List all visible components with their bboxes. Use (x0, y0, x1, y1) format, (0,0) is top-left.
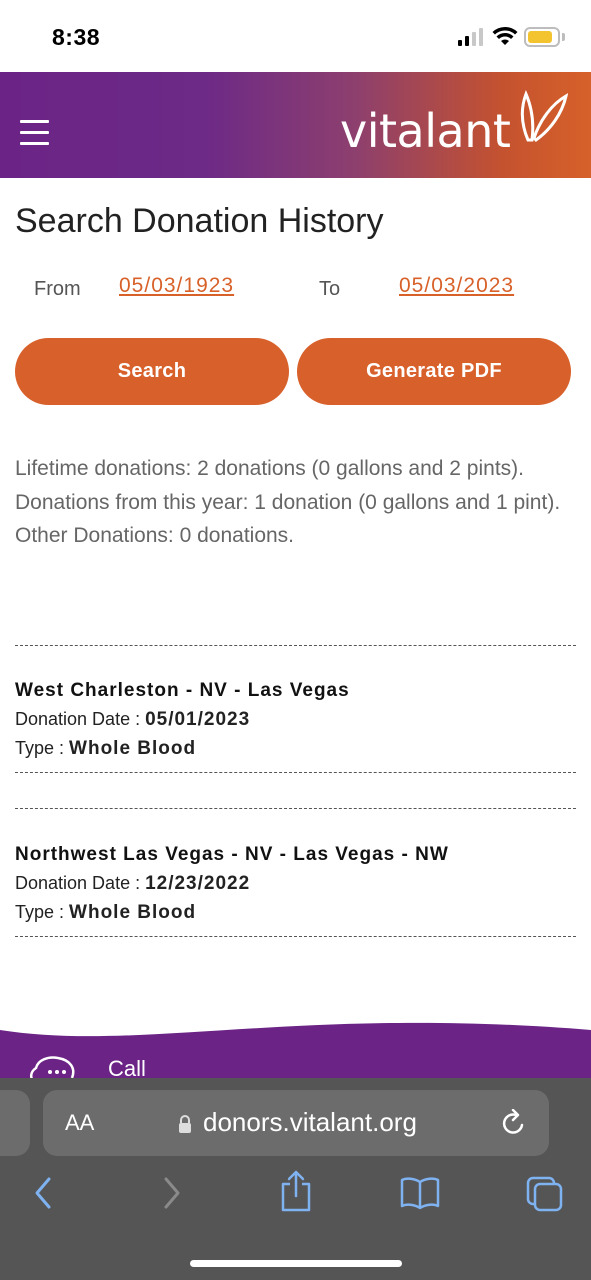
bookmarks-icon[interactable] (400, 1176, 440, 1210)
from-label: From (34, 278, 81, 300)
url-text: donors.vitalant.org (203, 1107, 417, 1137)
divider (15, 808, 576, 809)
reload-icon[interactable] (501, 1109, 527, 1137)
previous-tab-preview[interactable] (0, 1090, 30, 1156)
generate-pdf-button[interactable]: Generate PDF (297, 338, 571, 405)
donation-type-row: Type : Whole Blood (15, 898, 576, 927)
status-bar: 8:38 (0, 0, 591, 72)
donation-type-label: Type : (15, 738, 70, 758)
share-icon[interactable] (280, 1170, 312, 1212)
reader-settings-button[interactable]: AA (65, 1110, 94, 1136)
year-donations-text: Donations from this year: 1 donation (0 … (15, 490, 561, 514)
leaf-logo-icon (520, 90, 568, 142)
divider (15, 936, 576, 937)
vitalant-logo[interactable]: vitalant (340, 90, 572, 160)
lock-icon (179, 1115, 191, 1133)
donation-location: Northwest Las Vegas - NV - Las Vegas - N… (15, 844, 449, 865)
donation-summary: Lifetime donations: 2 donations (0 gallo… (15, 452, 580, 553)
other-donations-text: Other Donations: 0 donations. (15, 524, 295, 547)
divider (15, 645, 576, 646)
battery-cap (562, 33, 565, 41)
battery-icon (524, 27, 560, 47)
forward-icon[interactable] (162, 1176, 182, 1210)
donation-type: Whole Blood (69, 738, 197, 759)
to-label: To (319, 278, 341, 300)
back-icon[interactable] (33, 1176, 53, 1210)
donation-location: West Charleston - NV - Las Vegas (15, 680, 350, 701)
tabs-icon[interactable] (526, 1176, 564, 1212)
page-title: Search Donation History (15, 202, 384, 240)
donation-date-row: Donation Date : 05/01/2023 (15, 705, 576, 734)
lifetime-donations-text: Lifetime donations: 2 donations (0 gallo… (15, 457, 524, 480)
browser-toolbar: AA donors.vitalant.org (0, 1078, 591, 1280)
app-header: vitalant (0, 72, 591, 178)
donation-date-label: Donation Date : (15, 709, 146, 729)
donation-type: Whole Blood (69, 902, 197, 923)
address-bar[interactable]: AA donors.vitalant.org (43, 1090, 549, 1156)
donation-record: Northwest Las Vegas - NV - Las Vegas - N… (15, 840, 576, 927)
divider (15, 772, 576, 773)
signal-strength-icon (458, 27, 484, 46)
donation-record: West Charleston - NV - Las Vegas Donatio… (15, 676, 576, 763)
donation-date: 05/01/2023 (145, 709, 251, 730)
donation-date-row: Donation Date : 12/23/2022 (15, 869, 576, 898)
search-button[interactable]: Search (15, 338, 289, 405)
status-time: 8:38 (52, 24, 101, 50)
home-indicator (190, 1260, 402, 1267)
donation-type-label: Type : (15, 902, 70, 922)
wifi-icon (492, 26, 518, 45)
to-date-picker[interactable]: 05/03/2023 (399, 274, 514, 298)
from-date-picker[interactable]: 05/03/1923 (119, 274, 234, 298)
donation-date-label: Donation Date : (15, 873, 146, 893)
donation-type-row: Type : Whole Blood (15, 734, 576, 763)
donation-date: 12/23/2022 (145, 873, 251, 894)
hamburger-menu-icon[interactable] (20, 120, 49, 146)
brand-name: vitalant (340, 104, 511, 158)
